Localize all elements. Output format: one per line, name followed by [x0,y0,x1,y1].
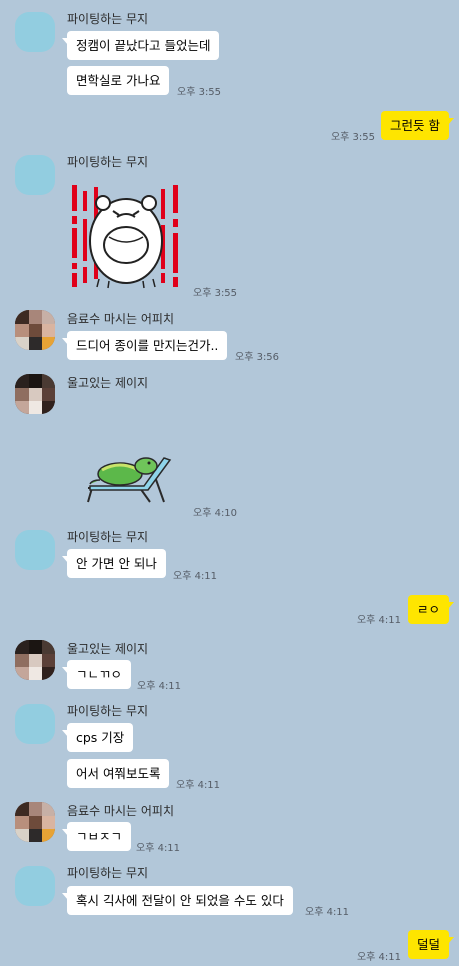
message-bubble[interactable]: ㄱㅂㅈㄱ [61,822,132,851]
message-bubble[interactable]: 면학실로 가나요 [67,66,170,95]
message-bubble[interactable]: 드디어 종이를 만지는건가.. [61,331,228,360]
message-time: 오후 3:56 [235,352,280,363]
scared-bear-sticker-icon[interactable] [69,183,184,291]
my-message-bubble[interactable]: ㄹㅇ [407,595,455,624]
sender-name: 울고있는 제이지 [67,376,149,390]
avatar[interactable] [15,704,55,744]
message-time: 오후 4:11 [173,571,218,582]
avatar[interactable] [15,640,55,680]
avatar[interactable] [15,12,55,52]
avatar[interactable] [15,310,55,350]
avatar[interactable] [15,155,55,195]
sender-name: 울고있는 제이지 [67,642,149,656]
sender-name: 파이팅하는 무지 [67,12,149,26]
message-bubble[interactable]: ㄱㄴㄲㅇ [61,660,132,689]
message-time: 오후 4:11 [176,780,221,791]
sender-name: 파이팅하는 무지 [67,530,149,544]
turtle-on-beach-chair-sticker-icon[interactable] [84,452,176,504]
message-bubble[interactable]: cps 기장 [61,723,134,752]
my-message-bubble[interactable]: 그런듯 함 [381,111,454,140]
message-bubble[interactable]: 안 가면 안 되나 [62,549,166,578]
sender-name: 음료수 마시는 어피치 [67,312,174,326]
message-bubble[interactable]: 정캠이 끝났다고 들었는데 [61,31,220,60]
message-time: 오후 3:55 [330,132,375,143]
message-bubble[interactable]: 혹시 긱사에 전달이 안 되었을 수도 있다 [62,886,293,915]
avatar[interactable] [15,374,55,414]
message-time: 오후 3:55 [177,87,222,98]
sender-name: 음료수 마시는 어피치 [67,804,174,818]
avatar[interactable] [15,866,55,906]
avatar[interactable] [15,802,55,842]
message-time: 오후 4:11 [356,615,401,626]
sender-name: 파이팅하는 무지 [67,704,149,718]
message-time: 오후 4:11 [137,681,182,692]
message-time: 오후 4:10 [193,508,238,519]
my-message-bubble[interactable]: 덜덜 [407,930,455,959]
message-time: 오후 4:11 [356,952,401,963]
message-bubble[interactable]: 어서 여쭤보도록 [67,759,170,788]
sender-name: 파이팅하는 무지 [67,155,149,169]
message-time: 오후 4:11 [305,907,350,918]
message-time: 오후 3:55 [193,288,238,299]
message-time: 오후 4:11 [136,843,181,854]
avatar[interactable] [15,530,55,570]
sender-name: 파이팅하는 무지 [67,866,149,880]
